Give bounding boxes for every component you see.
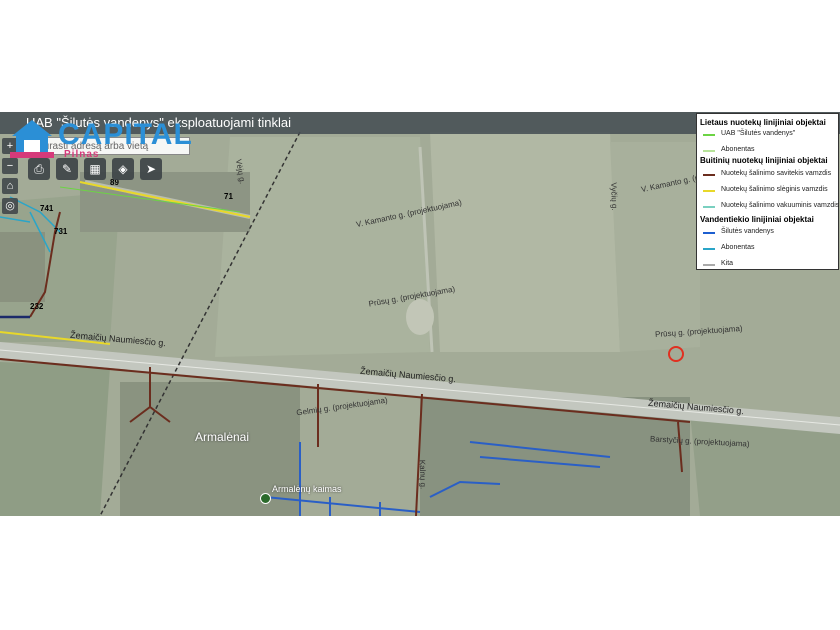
legend-item: Kita	[703, 260, 833, 267]
place-armalenai: Armalėnai	[195, 430, 250, 444]
locate-icon[interactable]: ◎	[2, 198, 18, 214]
legend-item: Nuotekų šalinimo vakuuminis vamzdis	[703, 202, 839, 209]
legend-swatch	[703, 232, 715, 234]
node-label: 731	[54, 227, 68, 236]
legend-swatch	[703, 190, 715, 192]
legend-sewage-title: Buitinių nuotekų linijiniai objektai	[700, 156, 828, 165]
legend-item: UAB "Šilutės vandenys"	[703, 130, 833, 137]
node-label: 71	[224, 192, 233, 201]
logo-sub: Pilnas	[64, 149, 100, 160]
street-label-center: Kalnų g.	[417, 459, 428, 490]
legend-swatch	[703, 264, 715, 266]
legend-item: Abonentas	[703, 244, 833, 251]
legend-label: UAB "Šilutės vandenys"	[721, 130, 796, 137]
node-label: 232	[30, 302, 44, 311]
node-label: 741	[40, 204, 54, 213]
legend-swatch	[703, 206, 715, 208]
legend-label: Abonentas	[721, 146, 755, 153]
legend-label: Nuotekų šalinimo slėginis vamzdis	[721, 186, 828, 193]
street-label-vertical1: Vyčių g.	[609, 182, 620, 211]
legend-item: Šilutės vandenys	[703, 228, 833, 235]
capital-logo: CAPITAL Pilnas	[10, 118, 200, 166]
legend-rain-title: Lietaus nuotekų linijiniai objektai	[700, 118, 826, 127]
legend-swatch	[703, 150, 715, 152]
legend-label: Nuotekų šalinimo savitekis vamzdis	[721, 170, 832, 177]
legend-item: Nuotekų šalinimo slėginis vamzdis	[703, 186, 833, 193]
legend-water-title: Vandentiekio linijiniai objektai	[700, 215, 814, 224]
legend-label: Šilutės vandenys	[721, 228, 774, 235]
location-marker[interactable]	[260, 493, 271, 504]
house-logo-icon	[10, 120, 54, 158]
legend-swatch	[703, 174, 715, 176]
legend-label: Abonentas	[721, 244, 755, 251]
map-legend: Lietaus nuotekų linijiniai objektai UAB …	[696, 113, 839, 270]
legend-item: Abonentas	[703, 146, 833, 153]
legend-label: Nuotekų šalinimo vakuuminis vamzdis	[721, 202, 840, 209]
legend-label: Kita	[721, 260, 734, 267]
legend-swatch	[703, 248, 715, 250]
home-icon[interactable]: ⌂	[2, 178, 18, 194]
legend-item: Nuotekų šalinimo savitekis vamzdis	[703, 170, 833, 177]
legend-swatch	[703, 134, 715, 136]
selected-point-marker[interactable]	[668, 346, 684, 362]
logo-brand: CAPITAL	[58, 118, 193, 151]
place-armalenu-kaimas: Armalėnų kaimas	[272, 484, 342, 494]
